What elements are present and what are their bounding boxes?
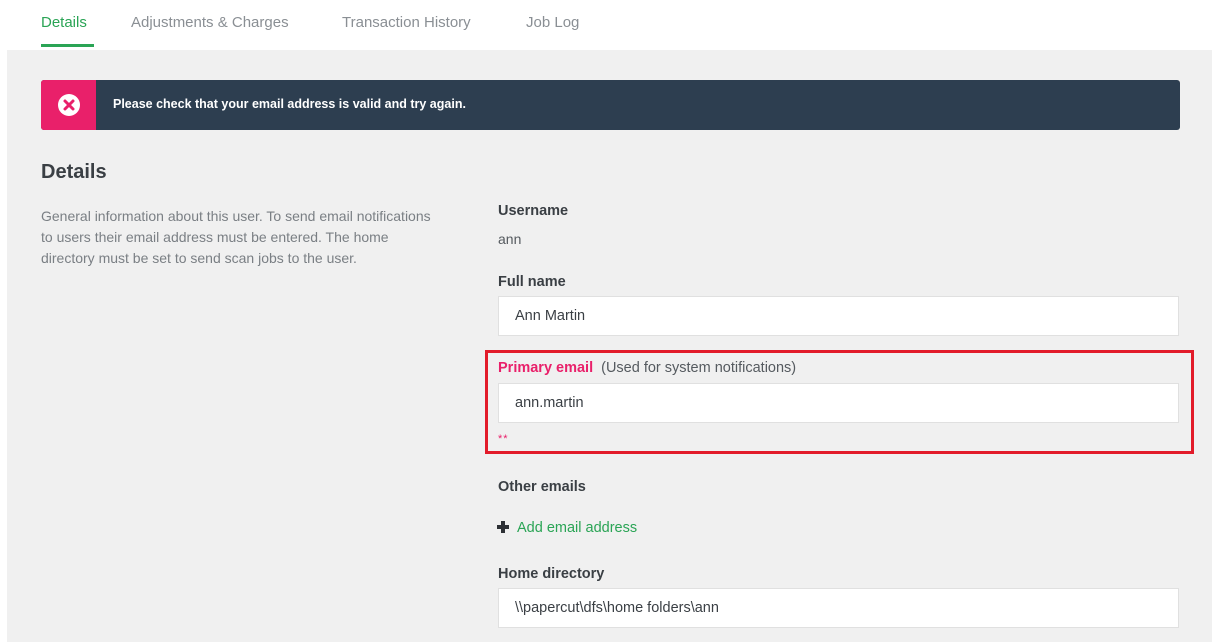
- section-description: General information about this user. To …: [41, 208, 431, 266]
- primary-email-note: (Used for system notifications): [601, 360, 797, 376]
- section-title: Details: [41, 161, 107, 183]
- primary-email-error-marker: **: [498, 433, 509, 445]
- tab-adjustments-charges[interactable]: Adjustments & Charges: [131, 14, 289, 31]
- add-email-button[interactable]: Add email address: [497, 520, 637, 536]
- details-panel: Please check that your email address is …: [7, 50, 1212, 642]
- add-email-label: Add email address: [517, 520, 638, 536]
- home-directory-input[interactable]: [498, 588, 1179, 628]
- full-name-label: Full name: [498, 274, 566, 290]
- active-tab-indicator: [41, 44, 94, 47]
- tab-transaction-history[interactable]: Transaction History: [342, 14, 471, 31]
- error-x-icon: [58, 94, 80, 116]
- tab-bar: Details Adjustments & Charges Transactio…: [0, 0, 1212, 50]
- alert-icon-container: [41, 80, 96, 130]
- home-directory-label: Home directory: [498, 566, 605, 582]
- other-emails-label: Other emails: [498, 479, 586, 495]
- primary-email-label-text: Primary email: [498, 360, 594, 376]
- alert-message: Please check that your email address is …: [113, 97, 466, 111]
- username-value: ann: [498, 231, 522, 247]
- username-label: Username: [498, 203, 569, 219]
- tab-job-log[interactable]: Job Log: [526, 14, 579, 31]
- tab-details[interactable]: Details: [41, 14, 87, 31]
- primary-email-label: Primary email (Used for system notificati…: [498, 360, 796, 376]
- error-alert: Please check that your email address is …: [41, 80, 1180, 130]
- plus-icon: [497, 521, 509, 533]
- full-name-input[interactable]: [498, 296, 1179, 336]
- primary-email-input[interactable]: [498, 383, 1179, 423]
